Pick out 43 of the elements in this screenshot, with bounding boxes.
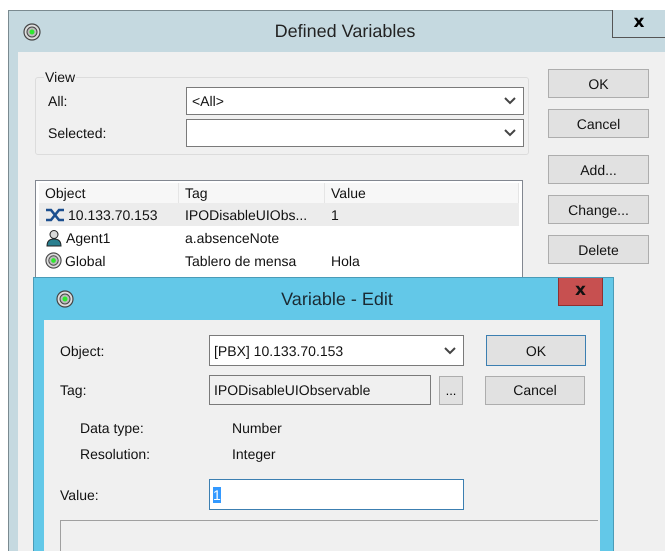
table-cell-text: IPODisableUIObs... <box>184 206 308 222</box>
window-title: Defined Variables <box>274 21 416 42</box>
dialog-button[interactable]: Delete <box>548 235 649 264</box>
table-cell-text: Hola <box>330 252 361 268</box>
crossed-arrows-icon <box>45 206 65 222</box>
dropdown-field[interactable]: <All> <box>186 87 524 115</box>
person-icon <box>45 228 63 246</box>
chevron-down-icon[interactable] <box>444 346 456 354</box>
dialog-button[interactable]: Add... <box>548 155 649 184</box>
chevron-down-icon[interactable] <box>504 129 516 137</box>
table-cell: Global <box>65 252 106 268</box>
info-label: Resolution: <box>79 446 152 462</box>
table-cell-text: Tablero de mensa <box>184 252 298 268</box>
object-dropdown[interactable]: [PBX] 10.133.70.153 <box>209 335 464 366</box>
table-cell: 10.133.70.153 <box>68 206 158 222</box>
dialog-button[interactable]: Change... <box>548 195 649 224</box>
table-cell-text: a.absenceNote <box>184 230 280 246</box>
table-cell: Agent1 <box>66 230 110 246</box>
field-label: All: <box>48 93 68 109</box>
close-button[interactable]: x <box>558 278 603 306</box>
target-icon <box>56 290 74 308</box>
browse-button[interactable]: ... <box>439 376 463 404</box>
field-label: Object: <box>60 342 106 358</box>
dialog-button[interactable]: Cancel <box>548 109 649 138</box>
tag-field[interactable]: IPODisableUIObservable <box>209 375 431 405</box>
chevron-down-icon[interactable] <box>504 97 516 105</box>
close-button[interactable]: x <box>612 10 665 38</box>
cancel-button[interactable]: Cancel <box>485 376 585 404</box>
field-label: Selected: <box>48 125 108 141</box>
ok-button[interactable]: OK <box>486 335 586 366</box>
info-value: Integer <box>232 446 276 462</box>
target-icon <box>23 22 41 40</box>
dialog-title: Variable - Edit <box>281 288 393 310</box>
dropdown-field[interactable] <box>186 119 524 147</box>
group-legend: View <box>44 69 76 85</box>
info-label: Data type: <box>79 420 145 436</box>
field-label: Value: <box>60 486 100 502</box>
list-row[interactable]: 10.133.70.153 IPODisableUIObs... 1 <box>39 203 519 226</box>
table-cell-text: 1 <box>330 206 340 222</box>
field-label: Tag: <box>60 382 88 398</box>
target-icon <box>45 252 62 269</box>
info-value: Number <box>232 420 282 436</box>
dialog-button[interactable]: OK <box>548 69 649 98</box>
